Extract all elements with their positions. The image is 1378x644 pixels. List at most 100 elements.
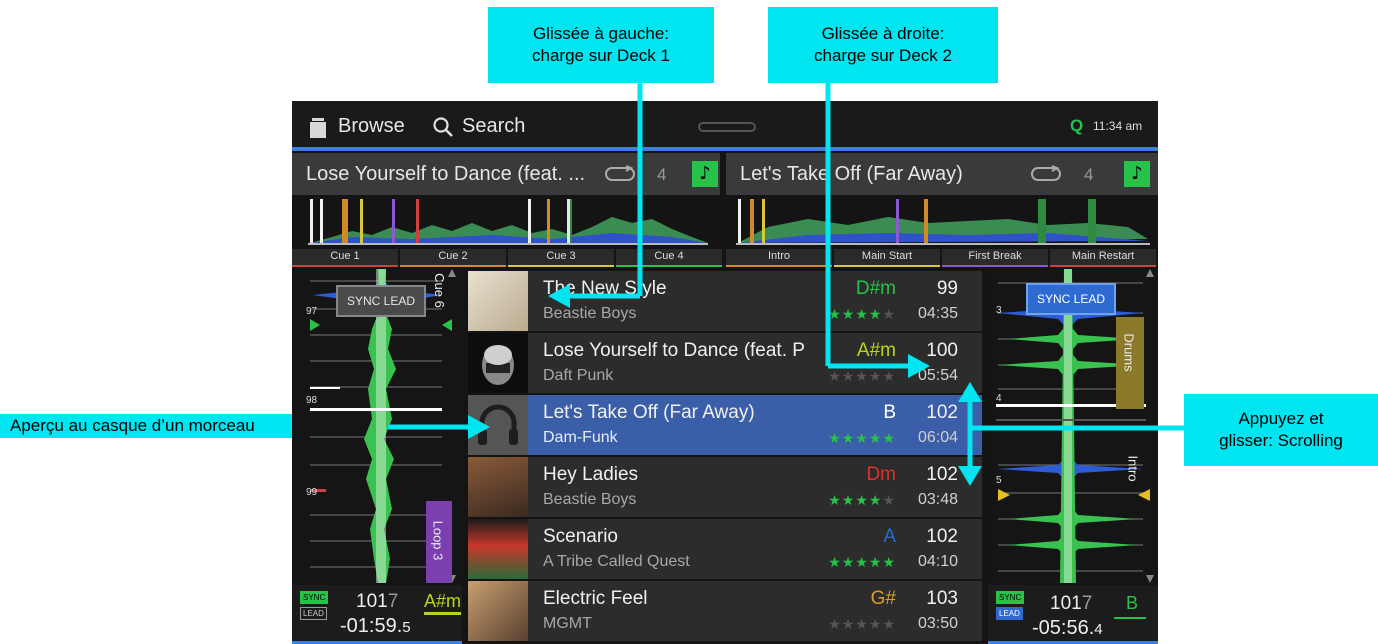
track-title: Scenario	[543, 526, 618, 547]
deck2-title: Let's Take Off (Far Away)	[740, 163, 963, 185]
track-bpm: 102	[926, 402, 958, 423]
sync-tag[interactable]: SYNC	[300, 591, 329, 604]
cue-pad[interactable]: Main Start	[834, 249, 940, 267]
headphone-preview-button[interactable]	[468, 395, 528, 455]
track-row[interactable]: Scenario A Tribe Called Quest A 102 ★★★★…	[468, 519, 982, 579]
track-rating: ★★★★★	[828, 617, 896, 633]
deck1-overview-waveform[interactable]	[292, 197, 722, 247]
track-row[interactable]: Hey Ladies Beastie Boys Dm 102 ★★★★★ 03:…	[468, 457, 982, 517]
stars-on: ★★★★★	[828, 555, 896, 571]
search-icon[interactable]	[432, 116, 454, 143]
track-rating: ★★★★★	[828, 555, 896, 571]
callout-line: Aperçu au casque d’un morceau	[10, 416, 255, 435]
search-label[interactable]: Search	[462, 115, 525, 138]
track-key: G#	[870, 588, 896, 609]
cue-pad[interactable]: Cue 2	[400, 249, 506, 267]
time-decimal: 4	[1094, 621, 1103, 638]
deck1-title: Lose Yourself to Dance (feat. ...	[306, 163, 586, 185]
bpm-decimal: 7	[387, 591, 399, 612]
loop-icon[interactable]	[604, 165, 636, 188]
q-icon: Q	[1070, 116, 1084, 135]
sync-tag[interactable]: SYNC	[996, 591, 1025, 604]
track-bpm: 103	[926, 588, 958, 609]
time-main: -01:59.	[340, 615, 403, 637]
top-accent-bar	[292, 147, 1158, 151]
stars-off: ★★★★★	[828, 369, 896, 385]
lead-tag[interactable]: LEAD	[300, 607, 327, 620]
deck2-footer: SYNC LEAD 1017 B -05:56.4	[988, 585, 1158, 644]
stars-off: ★	[882, 307, 896, 323]
deck2-header[interactable]: Let's Take Off (Far Away) 4 ♪	[726, 153, 1158, 195]
key-underline	[1114, 617, 1146, 619]
deck2-drums-label[interactable]: Drums	[1116, 317, 1144, 409]
stars-off: ★★★★★	[828, 617, 896, 633]
album-art[interactable]	[468, 457, 528, 517]
track-title: Let's Take Off (Far Away)	[543, 402, 755, 423]
track-row[interactable]: Lose Yourself to Dance (feat. P Daft Pun…	[468, 333, 982, 393]
track-title: The New Style	[543, 278, 667, 299]
deck2-scrolling-waveform[interactable]: 3 4 5 SYNC LEAD Drums Intro	[988, 269, 1158, 583]
deck1-key: A#m	[424, 591, 462, 615]
deck2-note-icon[interactable]: ♪	[1124, 161, 1150, 187]
track-artist: Beastie Boys	[543, 305, 637, 322]
deck1-header[interactable]: Lose Yourself to Dance (feat. ... 4 ♪	[292, 153, 720, 195]
deck1-sync-lead-button[interactable]: SYNC LEAD	[336, 285, 426, 317]
track-row[interactable]: The New Style Beastie Boys D#m 99 ★★★★★ …	[468, 271, 982, 331]
cue-pad[interactable]: Intro	[726, 249, 832, 267]
stars-on: ★★★★	[828, 307, 883, 323]
deck1-footer: SYNC LEAD 1017 A#m -01:59.5	[292, 585, 462, 644]
beat-marker: 98	[306, 395, 318, 406]
loop-icon[interactable]	[1030, 165, 1062, 188]
device-screen: Browse Search Q 11:34 am Lose Yourself t…	[292, 101, 1158, 644]
bpm-main: 101	[1050, 593, 1082, 614]
lead-tag[interactable]: LEAD	[996, 607, 1023, 620]
track-duration: 06:04	[917, 429, 958, 446]
track-duration: 04:10	[917, 553, 958, 570]
cue-pad[interactable]: Cue 3	[508, 249, 614, 267]
album-art[interactable]	[468, 333, 528, 393]
drums-label-text: Drums	[1121, 333, 1137, 372]
cue-pad[interactable]: Cue 1	[292, 249, 398, 267]
track-duration: 03:48	[917, 491, 958, 508]
track-artist: A Tribe Called Quest	[543, 553, 690, 570]
time-main: -05:56.	[1032, 617, 1095, 639]
track-bpm: 100	[926, 340, 958, 361]
deck2-cue-bar: Intro Main Start First Break Main Restar…	[726, 249, 1158, 267]
track-duration: 05:54	[917, 367, 958, 384]
track-list[interactable]: The New Style Beastie Boys D#m 99 ★★★★★ …	[468, 271, 982, 644]
deck1-loop-count: 4	[657, 165, 667, 184]
cue-pad[interactable]: Main Restart	[1050, 249, 1156, 267]
cue-pad[interactable]: Cue 4	[616, 249, 722, 267]
track-key: B	[883, 402, 896, 423]
track-artist: MGMT	[543, 615, 592, 632]
album-art[interactable]	[468, 581, 528, 641]
beat-marker: 3	[996, 305, 1002, 316]
stars-off: ★	[882, 493, 896, 509]
album-art[interactable]	[468, 519, 528, 579]
top-bar: Browse Search Q 11:34 am	[292, 101, 1158, 147]
deck1-cue-label[interactable]: Cue 6	[432, 271, 452, 311]
track-rating: ★★★★★	[828, 369, 896, 385]
track-bpm: 102	[926, 464, 958, 485]
drag-handle[interactable]	[698, 122, 756, 132]
deck1-loop-label[interactable]: Loop 3	[426, 501, 452, 583]
deck2-overview-waveform[interactable]	[728, 197, 1158, 247]
track-key: A	[883, 526, 896, 547]
album-art[interactable]	[468, 271, 528, 331]
sync-lead-label: SYNC LEAD	[346, 294, 416, 308]
deck1-scrolling-waveform[interactable]: 97 98 99 SYNC LEAD Cue 6 Loop 3	[292, 269, 462, 583]
deck2-sync-lead-button[interactable]: SYNC LEAD	[1026, 283, 1116, 315]
cue-pad[interactable]: First Break	[942, 249, 1048, 267]
browse-icon[interactable]	[310, 118, 326, 138]
deck2-bpm: 1017	[1050, 593, 1092, 615]
deck1-time-remaining: -01:59.5	[340, 615, 411, 638]
track-row[interactable]: Electric Feel MGMT G# 103 ★★★★★ 03:50	[468, 581, 982, 641]
intro-label-text: Intro	[1125, 455, 1141, 482]
track-bpm: 102	[926, 526, 958, 547]
beat-marker: 97	[306, 306, 318, 317]
browse-label[interactable]: Browse	[338, 115, 405, 138]
deck2-intro-label[interactable]: Intro	[1126, 449, 1148, 489]
deck1-note-icon[interactable]: ♪	[692, 161, 718, 187]
beat-marker: 5	[996, 475, 1002, 486]
track-row-selected[interactable]: Let's Take Off (Far Away) Dam-Funk B 102…	[468, 395, 982, 455]
